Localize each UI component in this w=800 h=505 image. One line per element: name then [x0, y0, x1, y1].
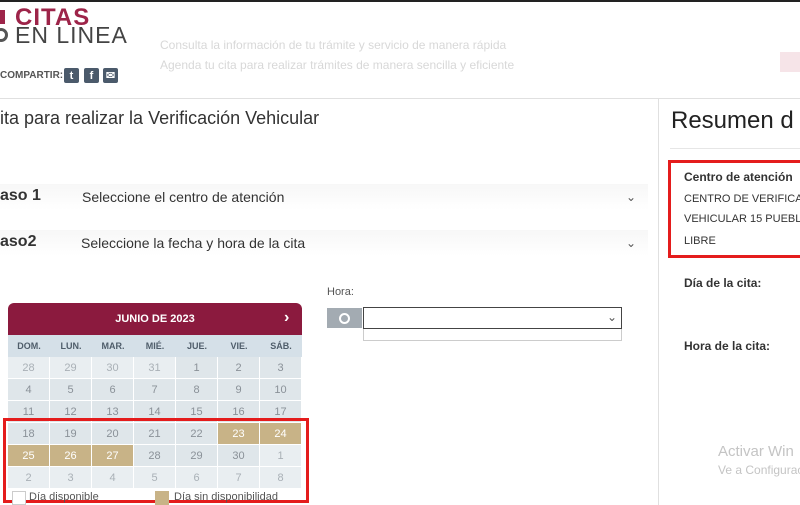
chevron-down-icon: ⌄	[626, 236, 637, 250]
summary-title: Resumen d	[671, 107, 794, 134]
calendar-day[interactable]: 9	[218, 379, 260, 401]
twitter-icon[interactable]: t	[64, 68, 79, 83]
calendar-day[interactable]: 1	[176, 357, 218, 379]
weekday-label: LUN.	[50, 335, 92, 357]
center-line-3: LIBRE	[684, 235, 716, 247]
weekday-label: DOM.	[8, 335, 50, 357]
day-label: Día de la cita:	[684, 276, 762, 290]
logo-ring-icon	[0, 28, 8, 42]
summary-title-underline	[670, 148, 800, 149]
time-summary-label: Hora de la cita:	[684, 339, 771, 353]
step-1-number: aso 1	[0, 187, 41, 204]
weekday-label: SÁB.	[260, 335, 302, 357]
watermark-line-2: Ve a Configurac	[718, 463, 800, 477]
weekday-label: JUE.	[176, 335, 218, 357]
top-border	[0, 0, 800, 2]
step-2-accordion[interactable]: aso2 Seleccione la fecha y hora de la ci…	[0, 230, 648, 256]
watermark-line-1: Activar Win	[718, 443, 794, 460]
weekday-label: MIÉ.	[134, 335, 176, 357]
chevron-down-icon: ⌄	[606, 310, 617, 324]
page-title: ita para realizar la Verificación Vehicu…	[0, 108, 320, 128]
legend-available-label: Día disponible	[29, 491, 99, 503]
center-line-1: CENTRO DE VERIFICAC	[684, 193, 800, 205]
legend-available-swatch	[12, 491, 26, 505]
center-label: Centro de atención	[684, 170, 793, 184]
step-2-number: aso2	[0, 233, 37, 250]
calendar-day[interactable]: 7	[134, 379, 176, 401]
summary-divider	[658, 98, 659, 505]
header-faded-text-1: Consulta la información de tu trámite y …	[160, 38, 507, 52]
calendar-day[interactable]: 8	[176, 379, 218, 401]
calendar-day[interactable]: 6	[92, 379, 134, 401]
weekday-label: MAR.	[92, 335, 134, 357]
time-label: Hora:	[327, 286, 354, 298]
calendar-day[interactable]: 29	[50, 357, 92, 379]
calendar-day[interactable]: 30	[92, 357, 134, 379]
calendar-day[interactable]: 5	[50, 379, 92, 401]
header-faded-text-2: Agenda tu cita para realizar trámites de…	[160, 58, 515, 72]
facebook-icon[interactable]: f	[84, 68, 99, 83]
weekday-label: VIE.	[218, 335, 260, 357]
calendar-weekdays: DOM. LUN. MAR. MIÉ. JUE. VIE. SÁB.	[8, 335, 302, 357]
calendar-day[interactable]: 4	[8, 379, 50, 401]
clock-icon	[327, 308, 362, 328]
logo[interactable]: CITAS EN LINEA	[0, 4, 135, 48]
calendar-day[interactable]: 31	[134, 357, 176, 379]
logo-line2: EN LINEA	[15, 22, 128, 48]
calendar-day[interactable]: 3	[260, 357, 302, 379]
email-icon[interactable]: ✉	[103, 68, 118, 83]
step-2-description: Seleccione la fecha y hora de la cita	[81, 235, 306, 251]
time-dropdown-panel[interactable]	[363, 329, 622, 341]
calendar-day[interactable]: 28	[8, 357, 50, 379]
calendar-day[interactable]: 2	[218, 357, 260, 379]
logo-mark-icon	[0, 10, 5, 24]
header-divider	[0, 98, 800, 99]
step-1-description: Seleccione el centro de atención	[82, 189, 285, 205]
calendar-month: JUNIO DE 2023	[115, 313, 195, 325]
share-label: COMPARTIR:	[0, 70, 64, 81]
calendar-header: JUNIO DE 2023	[8, 303, 302, 335]
calendar-day[interactable]: 10	[260, 379, 302, 401]
center-line-2: VEHICULAR 15 PUEBLA,	[684, 213, 800, 225]
header-faded-button[interactable]	[780, 52, 800, 72]
step-1-accordion[interactable]: aso 1 Seleccione el centro de atención ⌄	[0, 184, 648, 210]
chevron-down-icon: ⌄	[626, 190, 637, 204]
time-select[interactable]: ⌄	[363, 307, 622, 329]
legend-unavailable-swatch	[155, 491, 169, 505]
legend-unavailable-label: Día sin disponibilidad	[174, 491, 278, 503]
calendar-next-button[interactable]: ›	[284, 309, 289, 327]
